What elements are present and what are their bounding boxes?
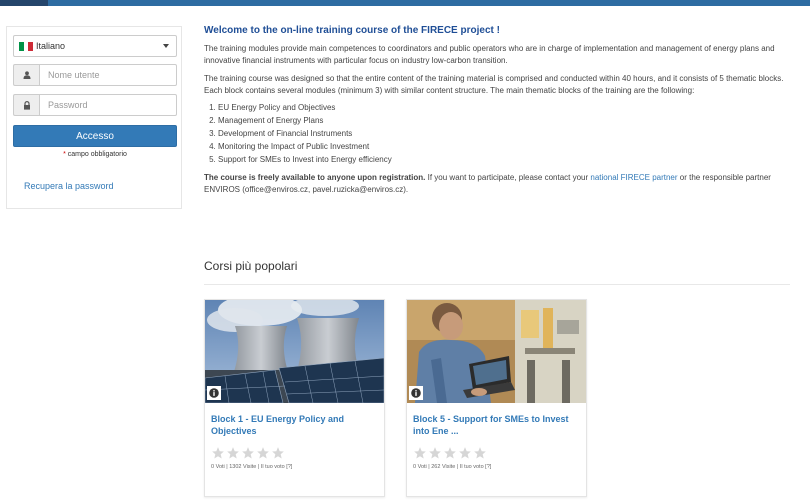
list-item: Management of Energy Plans xyxy=(218,114,794,127)
page-title: Welcome to the on-line training course o… xyxy=(204,25,500,36)
lock-icon xyxy=(13,94,39,116)
italy-flag-icon xyxy=(19,41,34,51)
star-icon[interactable] xyxy=(241,446,255,460)
info-icon[interactable] xyxy=(207,386,221,400)
course-image-worker-laptop[interactable] xyxy=(407,300,586,403)
list-item: Monitoring the Impact of Public Investme… xyxy=(218,140,794,153)
registration-paragraph: The course is freely available to anyone… xyxy=(204,172,794,196)
info-icon[interactable] xyxy=(409,386,423,400)
username-group xyxy=(13,64,177,86)
password-group xyxy=(13,94,177,116)
course-title[interactable]: Block 5 - Support for SMEs to Invest int… xyxy=(413,413,573,437)
user-icon xyxy=(13,64,39,86)
chevron-down-icon xyxy=(163,44,169,48)
rating-stars[interactable] xyxy=(211,446,285,460)
course-stats: 0 Voti | 1302 Visite | Il tuo voto [?] xyxy=(211,464,293,470)
star-icon[interactable] xyxy=(211,446,225,460)
star-icon[interactable] xyxy=(473,446,487,460)
login-panel: Italiano Accesso * campo obbligatorio Re… xyxy=(6,26,182,209)
list-item: EU Energy Policy and Objectives xyxy=(218,101,794,114)
registration-text-1: If you want to participate, please conta… xyxy=(425,173,591,182)
main-content: Welcome to the on-line training course o… xyxy=(204,24,794,196)
required-note: * campo obbligatorio xyxy=(7,151,183,158)
username-input[interactable] xyxy=(39,64,177,86)
top-bar-accent xyxy=(0,0,48,6)
star-icon[interactable] xyxy=(443,446,457,460)
star-icon[interactable] xyxy=(413,446,427,460)
rating-stars[interactable] xyxy=(413,446,487,460)
course-card-block-1[interactable]: Block 1 - EU Energy Policy and Objective… xyxy=(204,299,385,497)
list-item: Support for SMEs to Invest into Energy e… xyxy=(218,153,794,166)
intro-paragraph-2: The training course was designed so that… xyxy=(204,74,784,95)
thematic-blocks-list: EU Energy Policy and Objectives Manageme… xyxy=(218,101,794,166)
required-note-text: campo obbligatorio xyxy=(65,151,127,158)
language-select[interactable]: Italiano xyxy=(13,35,177,57)
star-icon[interactable] xyxy=(256,446,270,460)
course-title[interactable]: Block 1 - EU Energy Policy and Objective… xyxy=(211,413,371,437)
list-item: Development of Financial Instruments xyxy=(218,127,794,140)
top-bar xyxy=(0,0,810,6)
star-icon[interactable] xyxy=(458,446,472,460)
national-partner-link[interactable]: national FIRECE partner xyxy=(590,173,677,182)
free-course-notice: The course is freely available to anyone… xyxy=(204,173,426,182)
section-divider xyxy=(204,284,790,285)
popular-courses-heading: Corsi più popolari xyxy=(204,259,298,273)
language-label: Italiano xyxy=(36,41,66,51)
star-icon[interactable] xyxy=(226,446,240,460)
course-stats: 0 Voti | 262 Visite | Il tuo voto [?] xyxy=(413,464,492,470)
intro-paragraph-1: The training modules provide main compet… xyxy=(204,44,775,65)
login-button[interactable]: Accesso xyxy=(13,125,177,147)
forgot-password-link[interactable]: Recupera la password xyxy=(24,181,114,191)
star-icon[interactable] xyxy=(428,446,442,460)
course-card-block-5[interactable]: Block 5 - Support for SMEs to Invest int… xyxy=(406,299,587,497)
password-input[interactable] xyxy=(39,94,177,116)
course-image-power-plant[interactable] xyxy=(205,300,384,403)
star-icon[interactable] xyxy=(271,446,285,460)
